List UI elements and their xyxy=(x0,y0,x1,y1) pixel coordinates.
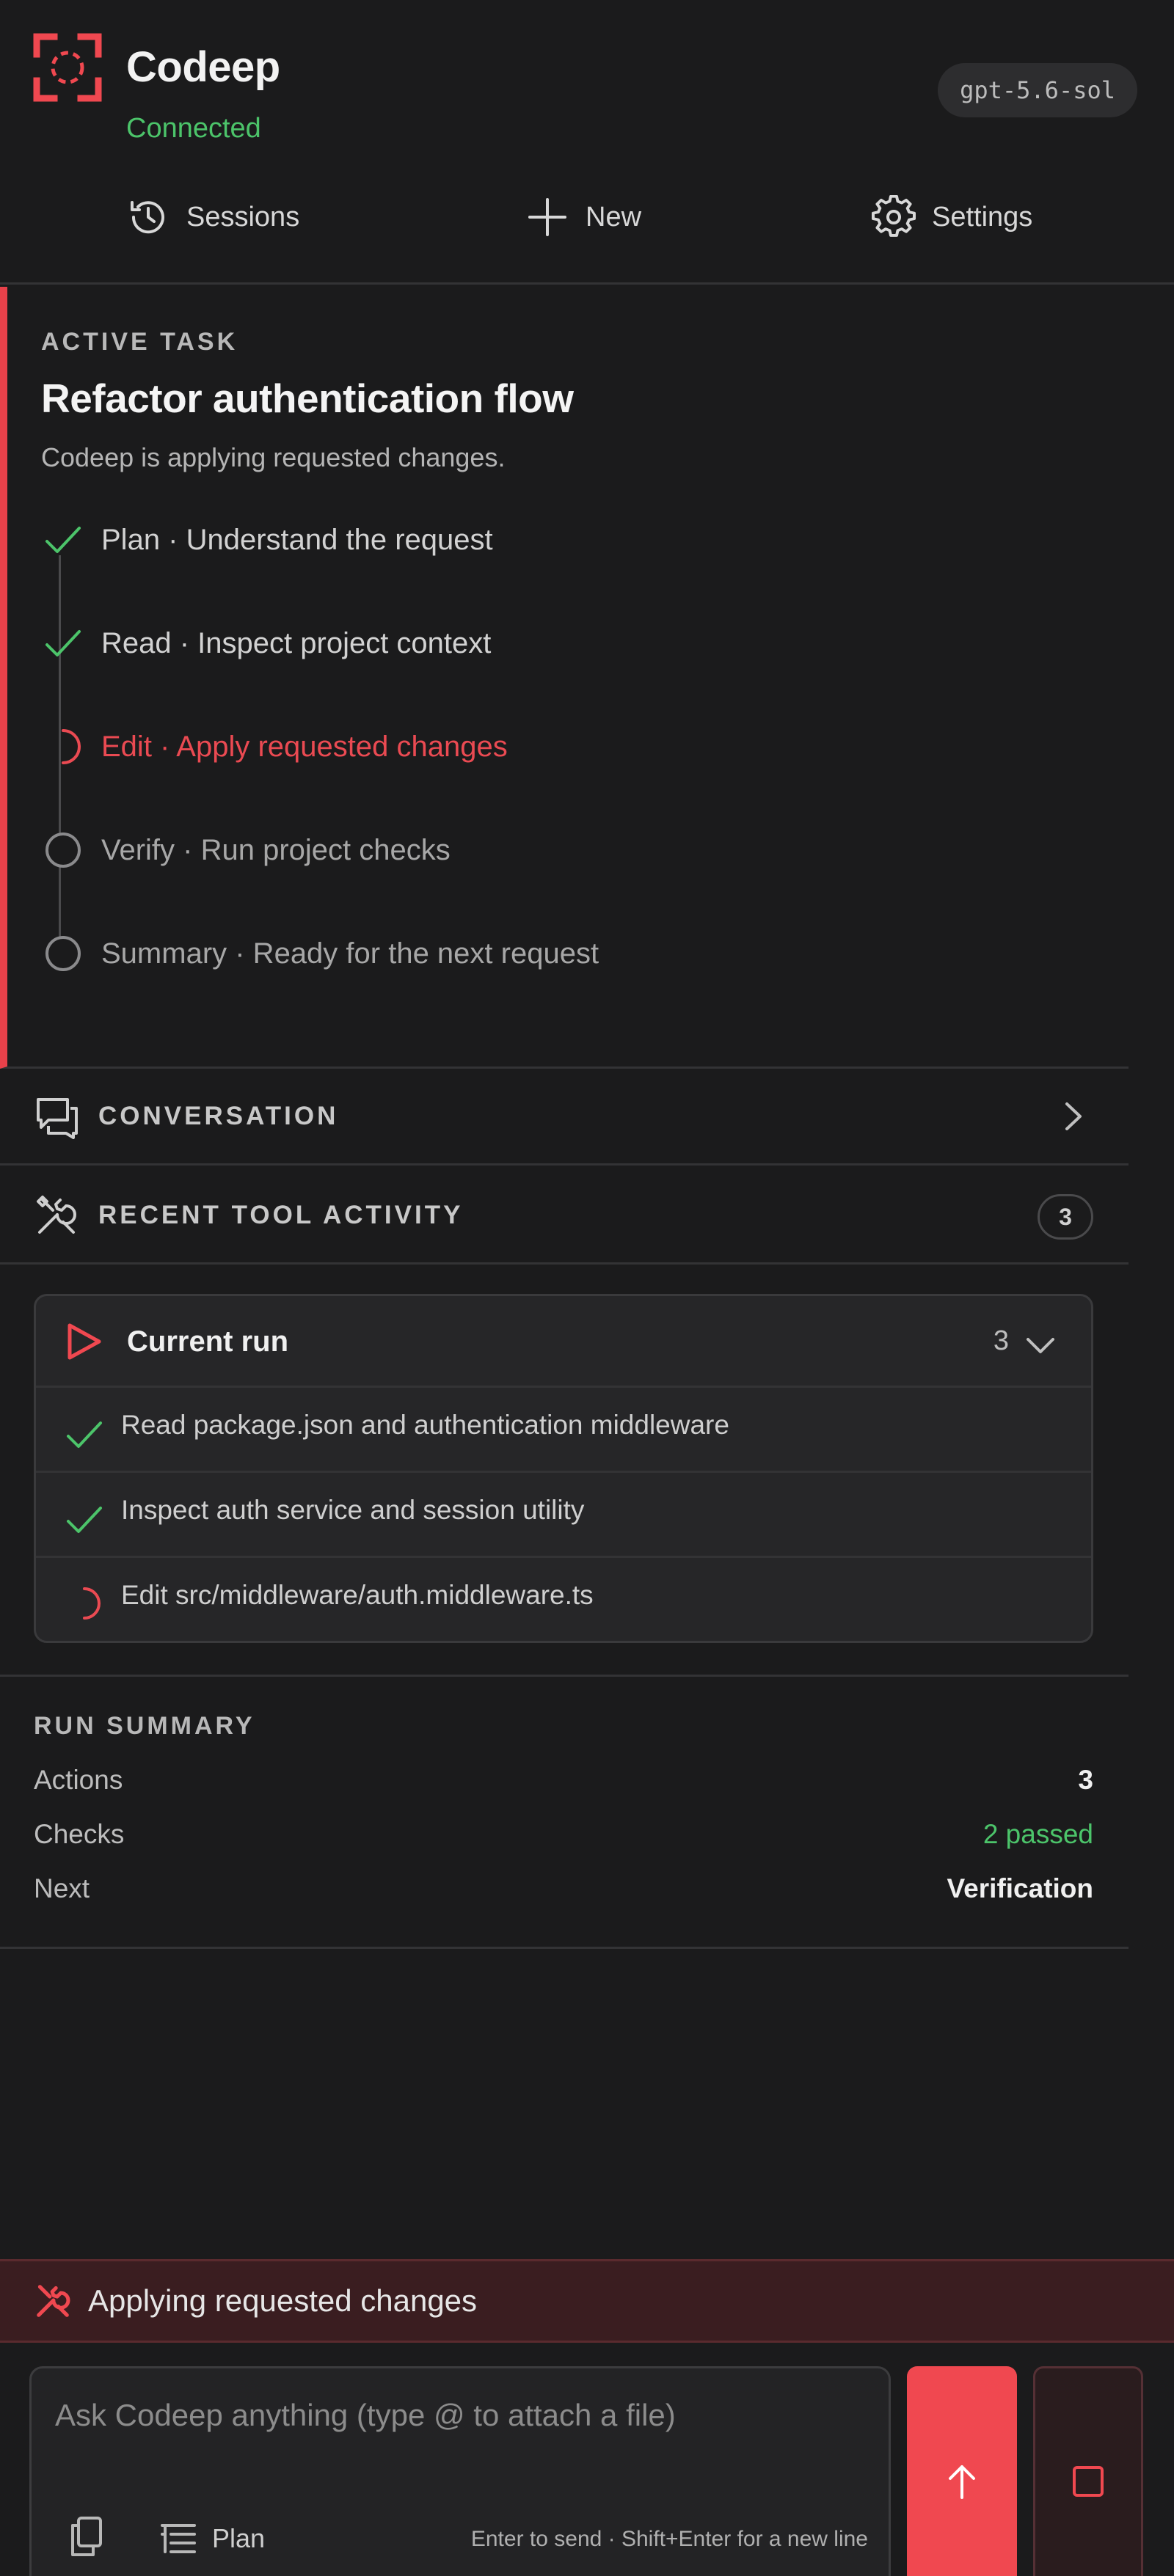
stop-icon xyxy=(1073,2466,1104,2497)
new-label: New xyxy=(586,201,642,233)
run-title: Current run xyxy=(127,1325,288,1358)
current-run-card: Current run 3 Read package.json and auth… xyxy=(34,1294,1093,1643)
summary-row-next: Next Verification xyxy=(34,1867,1093,1911)
summary-key: Actions xyxy=(34,1765,123,1795)
tool-activity-label: RECENT TOOL ACTIVITY xyxy=(98,1200,464,1229)
list-icon xyxy=(161,2524,196,2553)
circle-icon xyxy=(41,932,85,976)
settings-button[interactable]: Settings xyxy=(872,192,1032,242)
check-icon xyxy=(41,518,85,562)
active-task-panel: ACTIVE TASK Refactor authentication flow… xyxy=(0,287,1129,1069)
app-header: Codeep Connected gpt-5.6-sol Sessions Ne… xyxy=(0,0,1174,285)
check-icon xyxy=(41,621,85,665)
new-session-button[interactable]: New xyxy=(525,192,641,242)
settings-label: Settings xyxy=(932,201,1033,233)
summary-key: Next xyxy=(34,1873,90,1903)
step-label: Read · Inspect project context xyxy=(101,626,492,659)
attach-file-button[interactable] xyxy=(64,2514,111,2561)
plus-icon xyxy=(525,195,569,239)
model-badge[interactable]: gpt-5.6-sol xyxy=(938,63,1137,117)
circle-icon xyxy=(41,828,85,872)
step-label: Edit · Apply requested changes xyxy=(101,730,508,763)
sessions-label: Sessions xyxy=(186,201,300,233)
app-title: Codeep xyxy=(126,43,280,91)
message-composer: Plan Enter to send · Shift+Enter for a n… xyxy=(29,2366,891,2576)
play-icon xyxy=(62,1321,103,1362)
copy-icon xyxy=(71,2517,102,2556)
summary-row-actions: Actions 3 xyxy=(34,1759,1093,1803)
run-item-label: Edit src/middleware/auth.middleware.ts xyxy=(121,1580,594,1610)
stop-button[interactable] xyxy=(1033,2366,1143,2576)
run-item: Edit src/middleware/auth.middleware.ts xyxy=(36,1556,1091,1641)
current-run-toggle[interactable]: Current run 3 xyxy=(36,1296,1091,1386)
tools-icon xyxy=(34,2282,72,2320)
step-edit: Edit · Apply requested changes xyxy=(41,721,508,772)
arrow-up-icon xyxy=(949,2465,975,2499)
tool-activity-count-badge: 3 xyxy=(1038,1194,1093,1240)
conversation-label: CONVERSATION xyxy=(98,1101,339,1130)
status-text: Applying requested changes xyxy=(88,2283,478,2318)
connection-status: Connected xyxy=(126,113,261,144)
run-item: Inspect auth service and session utility xyxy=(36,1471,1091,1556)
task-title: Refactor authentication flow xyxy=(41,376,574,421)
summary-key: Checks xyxy=(34,1819,125,1849)
summary-value: 2 passed xyxy=(982,1819,1093,1849)
summary-value: 3 xyxy=(1078,1765,1093,1795)
step-label: Plan · Understand the request xyxy=(101,523,493,556)
step-label: Verify · Run project checks xyxy=(101,833,451,866)
prompt-input[interactable] xyxy=(55,2398,862,2433)
step-summary: Summary · Ready for the next request xyxy=(41,928,599,979)
run-item: Read package.json and authentication mid… xyxy=(36,1386,1091,1471)
run-item-label: Inspect auth service and session utility xyxy=(121,1495,585,1525)
plan-mode-toggle[interactable]: Plan xyxy=(158,2518,265,2559)
chevron-right-icon xyxy=(1054,1098,1090,1135)
chevron-down-icon xyxy=(1022,1327,1059,1364)
codeep-logo-icon xyxy=(32,32,103,103)
chat-icon xyxy=(34,1094,79,1139)
activity-status-bar: Applying requested changes xyxy=(0,2259,1174,2343)
plan-mode-label: Plan xyxy=(212,2523,266,2553)
run-item-label: Read package.json and authentication mid… xyxy=(121,1410,729,1440)
run-summary-panel: RUN SUMMARY Actions 3 Checks 2 passed Ne… xyxy=(0,1675,1129,1949)
gear-icon xyxy=(872,195,916,239)
tools-icon xyxy=(34,1193,79,1238)
conversation-section-toggle[interactable]: CONVERSATION xyxy=(0,1069,1129,1166)
check-icon xyxy=(62,1411,106,1455)
spinner-icon xyxy=(41,725,85,769)
check-icon xyxy=(62,1496,106,1540)
step-label: Summary · Ready for the next request xyxy=(101,937,599,970)
keyboard-hint: Enter to send · Shift+Enter for a new li… xyxy=(470,2527,868,2551)
active-task-label: ACTIVE TASK xyxy=(41,328,238,356)
run-count: 3 xyxy=(993,1325,1009,1356)
spinner-icon xyxy=(62,1581,106,1625)
send-button[interactable] xyxy=(907,2366,1017,2576)
step-read: Read · Inspect project context xyxy=(41,618,491,669)
step-plan: Plan · Understand the request xyxy=(41,514,493,566)
step-verify: Verify · Run project checks xyxy=(41,824,451,876)
tool-activity-header: RECENT TOOL ACTIVITY 3 xyxy=(0,1168,1129,1265)
summary-row-checks: Checks 2 passed xyxy=(34,1813,1093,1857)
summary-value: Verification xyxy=(947,1873,1093,1903)
task-subtitle: Codeep is applying requested changes. xyxy=(41,442,506,472)
sessions-button[interactable]: Sessions xyxy=(126,192,299,242)
run-summary-label: RUN SUMMARY xyxy=(34,1712,255,1740)
history-icon xyxy=(126,195,170,239)
